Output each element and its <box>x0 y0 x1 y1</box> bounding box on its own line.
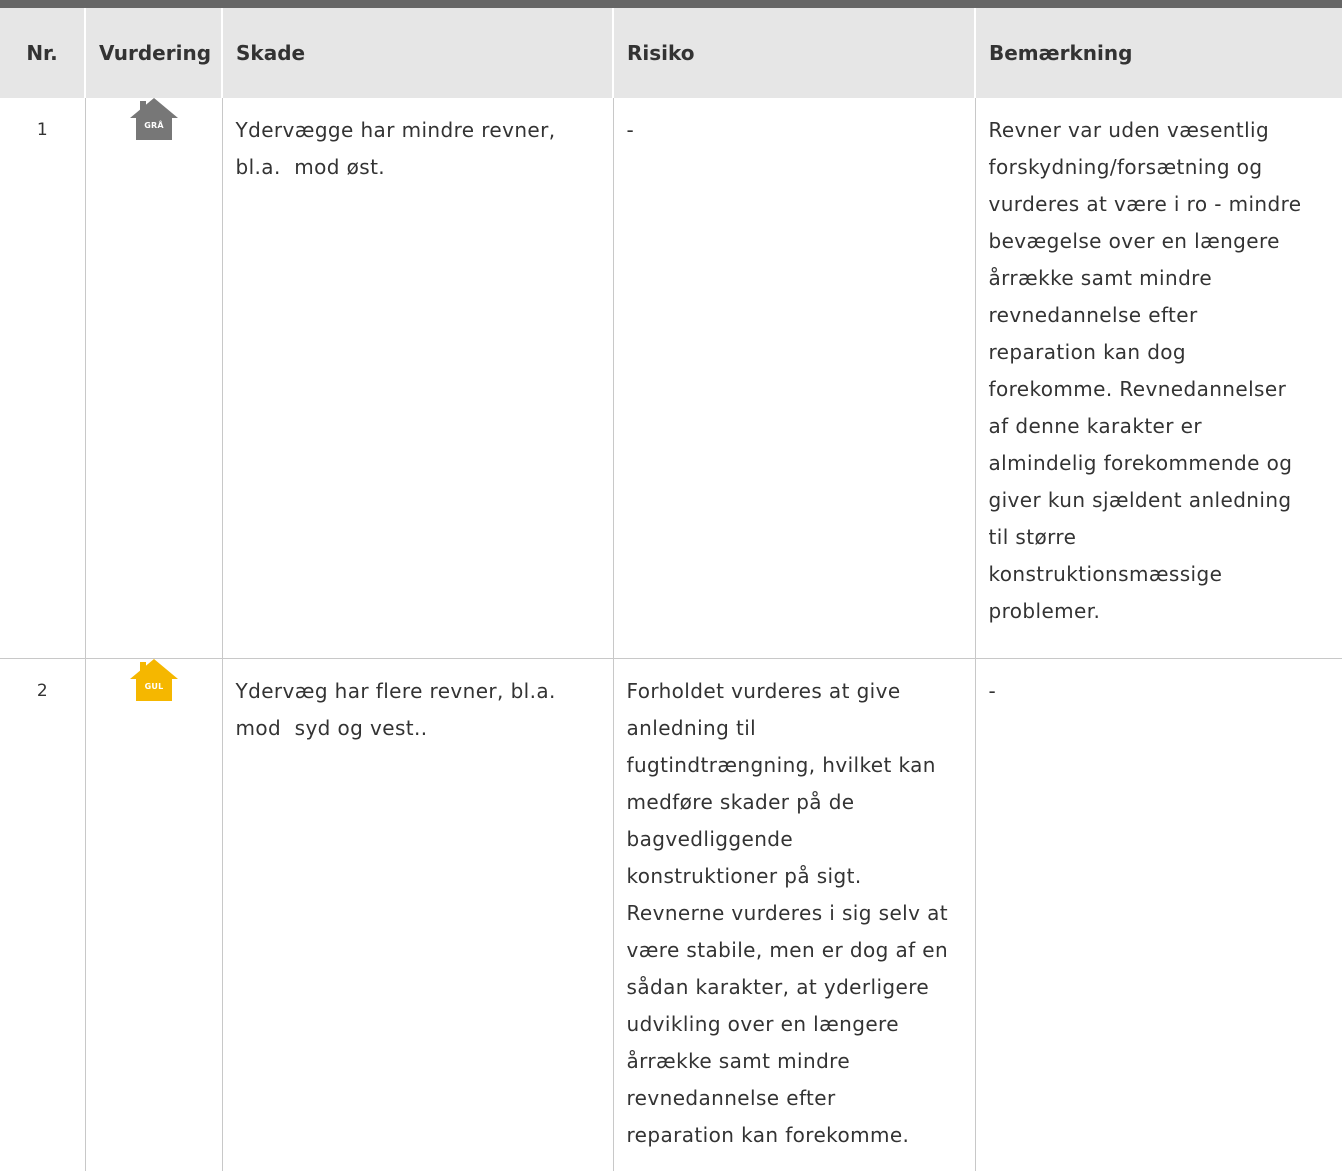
cell-vurdering: GUL <box>84 658 222 1171</box>
cell-bemaerkning: Revner var uden væsentlig forskydning/fo… <box>974 98 1342 659</box>
text-line: almindelig forekommende og <box>988 451 1293 475</box>
text-line: Revnerne vurderes i sig selv at <box>626 900 948 925</box>
text-line: konstruktionsmæssige <box>988 562 1223 586</box>
cell-risiko: - <box>612 98 975 659</box>
cell-skade: Ydervægge har mindre revner, bl.a. mod ø… <box>221 98 613 659</box>
text-line: - <box>626 118 635 142</box>
text-line: giver kun sjældent anledning <box>988 488 1292 512</box>
table-header-row: Nr. Vurdering Skade Risiko Bemærkning <box>0 8 1342 98</box>
text-line: udvikling over en længere <box>626 1011 899 1036</box>
text-line: reparation kan forekomme. <box>626 1122 910 1147</box>
table-row: 1 GRÅ Ydervægge har mindre revner, bl.a.… <box>0 98 1342 659</box>
house-icon: GRÅ <box>129 98 178 140</box>
text-line: fugtindtrængning, hvilket kan <box>626 752 936 777</box>
text-line: bl.a. mod øst. <box>235 155 386 179</box>
header-bemaerkning: Bemærkning <box>974 8 1342 98</box>
header-risiko: Risiko <box>612 8 975 98</box>
text-line: af denne karakter er <box>988 414 1202 438</box>
cell-nr: 2 <box>36 680 48 701</box>
header-vurdering: Vurdering <box>84 8 222 98</box>
text-line: vurderes at være i ro - mindre <box>988 192 1302 216</box>
text-line: Forholdet vurderes at give <box>626 678 901 703</box>
text-line: bagvedliggende <box>626 826 794 851</box>
text-line: revnedannelse efter <box>988 303 1198 327</box>
text-line: - <box>988 678 997 703</box>
text-line: anledning til <box>626 715 757 740</box>
text-line: årrække samt mindre <box>988 266 1213 290</box>
cell-skade: Ydervæg har flere revner, bl.a. mod syd … <box>221 658 613 1171</box>
rating-label: GUL <box>144 682 163 691</box>
text-line: sådan karakter, at yderligere <box>626 974 930 999</box>
text-line: forekomme. Revnedannelser <box>988 377 1287 401</box>
text-line: være stabile, men er dog af en <box>626 937 949 962</box>
rating-label: GRÅ <box>144 120 164 130</box>
header-skade: Skade <box>221 8 613 98</box>
table-row: 2 GUL Ydervæg har flere revner, bl.a. mo… <box>0 658 1342 1171</box>
text-line: forskydning/forsætning og <box>988 155 1263 179</box>
cell-risiko: Forholdet vurderes at give anledning til… <box>612 658 975 1171</box>
text-line: revnedannelse efter <box>626 1085 836 1110</box>
text-line: Revner var uden væsentlig <box>988 118 1270 142</box>
text-line: problemer. <box>988 599 1101 623</box>
damage-report-table: Nr. Vurdering Skade Risiko Bemærkning 1 … <box>0 8 1342 1171</box>
cell-bemaerkning: - <box>974 658 1342 1171</box>
house-icon: GUL <box>129 658 178 701</box>
header-nr: Nr. <box>26 41 58 65</box>
text-line: reparation kan dog <box>988 340 1187 364</box>
text-line: medføre skader på de <box>626 789 855 814</box>
cell-nr: 1 <box>0 98 85 659</box>
text-line: Ydervæg har flere revner, bl.a. <box>235 678 556 703</box>
cell-vurdering: GRÅ <box>84 98 222 659</box>
top-border-bar <box>0 0 1342 8</box>
text-line: til større <box>988 525 1077 549</box>
text-line: årrække samt mindre <box>626 1048 851 1073</box>
text-line: konstruktioner på sigt. <box>626 863 862 888</box>
text-line: bevægelse over en længere <box>988 229 1280 253</box>
text-line: Ydervægge har mindre revner, <box>235 118 556 142</box>
text-line: mod syd og vest.. <box>235 715 428 740</box>
